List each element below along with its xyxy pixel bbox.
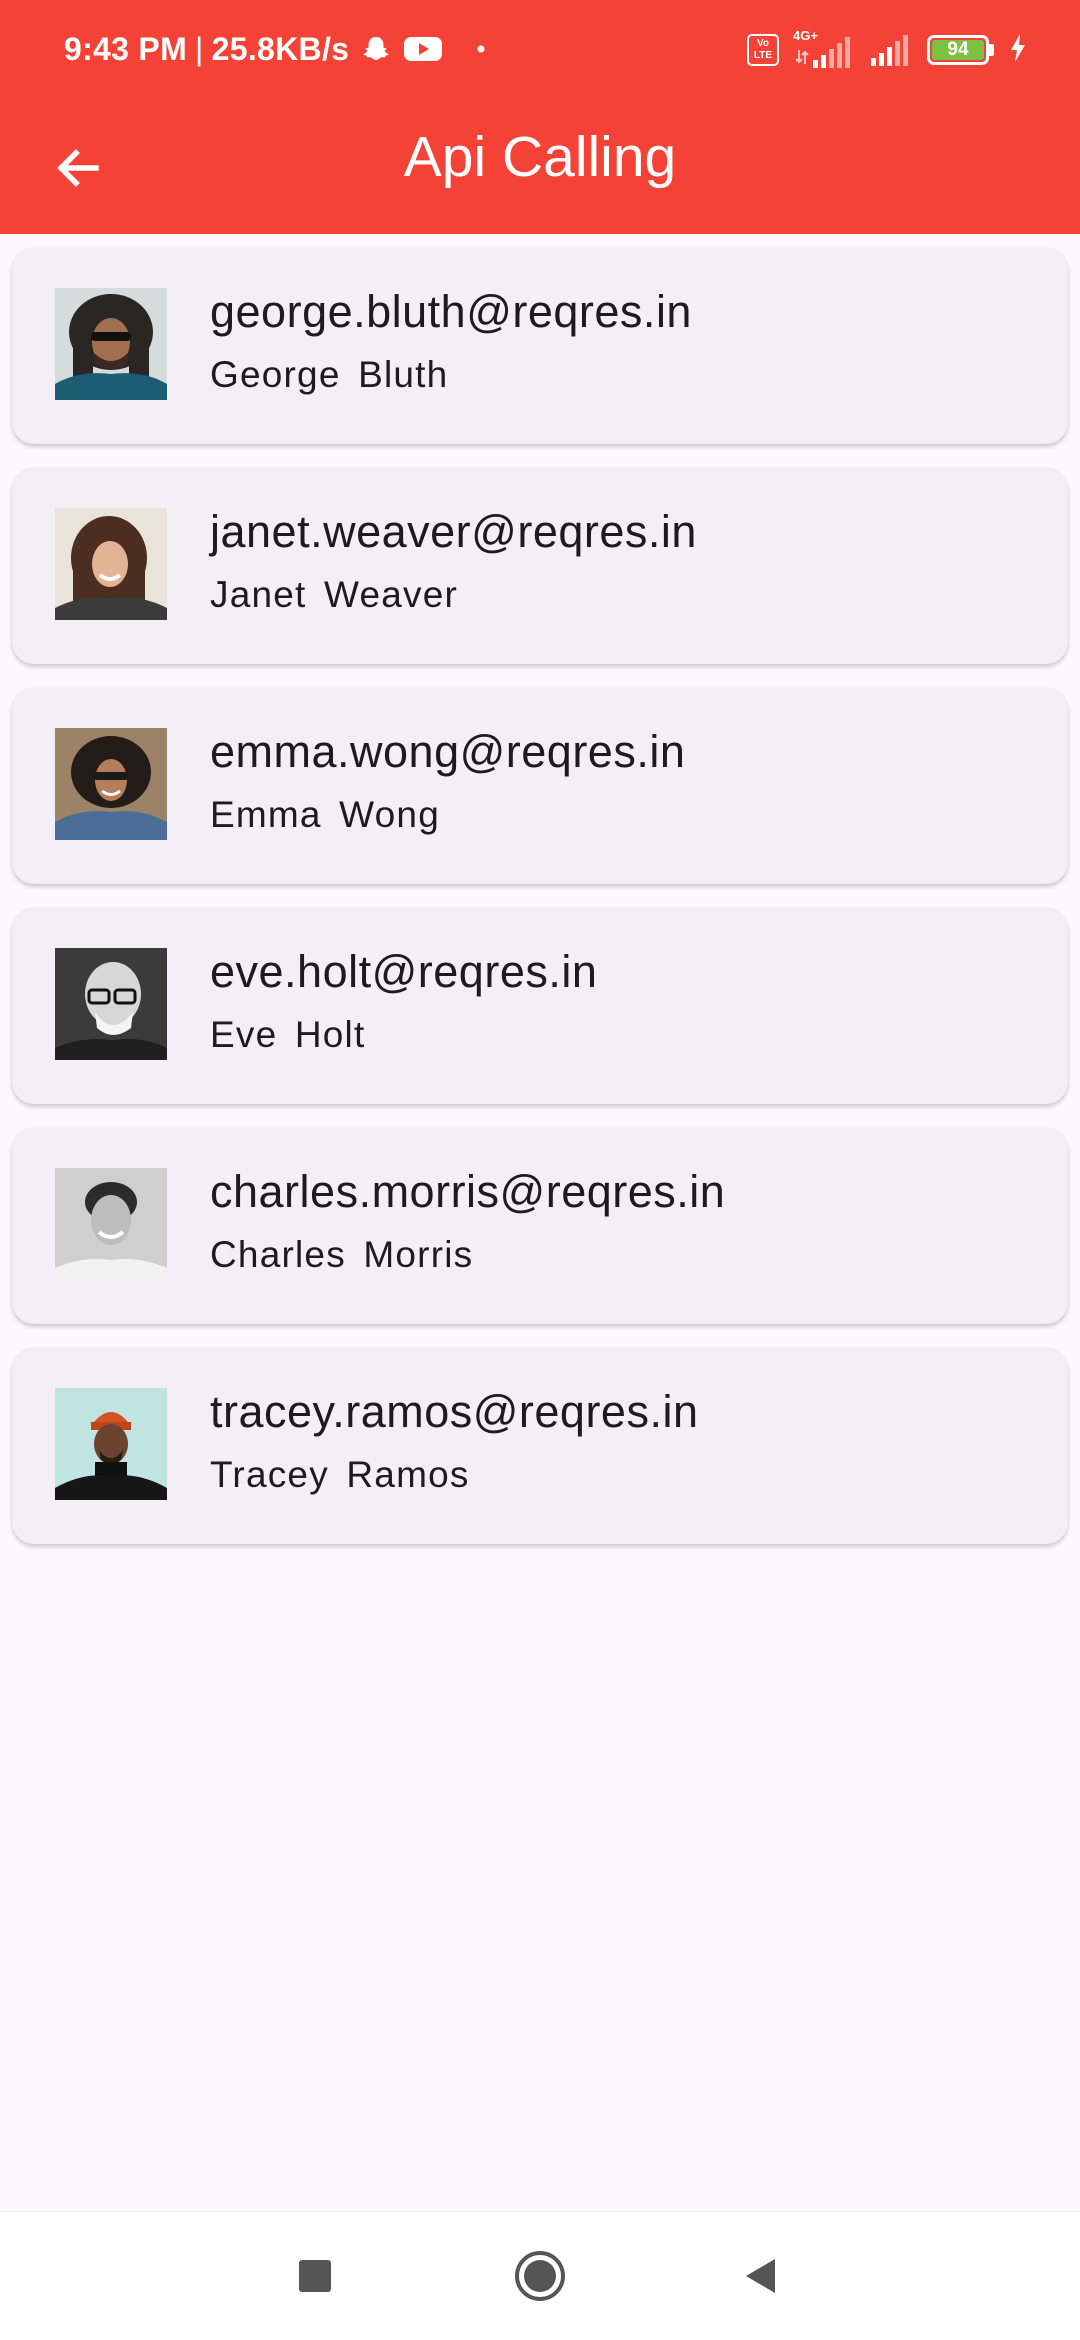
signal-icon	[869, 28, 913, 73]
recents-square-icon	[299, 2260, 331, 2292]
volte-icon: Vo LTE	[747, 34, 779, 66]
user-card[interactable]: emma.wong@reqres.in Emma Wong	[12, 688, 1068, 884]
avatar	[55, 1168, 167, 1280]
user-name: George Bluth	[210, 354, 449, 395]
system-nav-bar	[0, 2211, 1080, 2340]
recents-button[interactable]	[285, 2246, 345, 2306]
network-speed: 25.8KB/s	[211, 30, 350, 67]
volte-label-top: Vo	[756, 38, 770, 49]
avatar	[55, 728, 167, 840]
page-title: Api Calling	[403, 125, 677, 189]
status-right: Vo LTE 4G+ 94	[747, 28, 1028, 72]
user-name: Janet Weaver	[210, 574, 459, 615]
user-email: charles.morris@reqres.in	[210, 1166, 726, 1217]
user-email: janet.weaver@reqres.in	[210, 506, 697, 557]
user-name: Charles Morris	[210, 1234, 474, 1275]
avatar	[55, 288, 167, 400]
user-email: george.bluth@reqres.in	[210, 286, 692, 337]
user-card[interactable]: tracey.ramos@reqres.in Tracey Ramos	[12, 1348, 1068, 1544]
status-left: 9:43 PM | 25.8KB/s	[64, 26, 485, 72]
signal-4g-icon: 4G+	[793, 28, 855, 70]
user-email: eve.holt@reqres.in	[210, 946, 598, 997]
status-separator: |	[195, 30, 204, 67]
status-bar: 9:43 PM | 25.8KB/s Vo LTE 4G+ 94	[0, 0, 1080, 96]
user-card[interactable]: george.bluth@reqres.in George Bluth	[12, 248, 1068, 444]
battery-icon: 94	[927, 35, 994, 65]
avatar	[55, 1388, 167, 1500]
snapchat-icon	[361, 34, 391, 64]
user-name: Eve Holt	[210, 1014, 366, 1055]
avatar	[55, 508, 167, 620]
user-card[interactable]: charles.morris@reqres.in Charles Morris	[12, 1128, 1068, 1324]
user-card[interactable]: eve.holt@reqres.in Eve Holt	[12, 908, 1068, 1104]
user-email: emma.wong@reqres.in	[210, 726, 686, 777]
home-circle-icon	[515, 2251, 565, 2301]
charging-icon	[1008, 33, 1028, 68]
battery-level: 94	[932, 40, 984, 60]
back-nav-button[interactable]	[731, 2246, 791, 2306]
user-email: tracey.ramos@reqres.in	[210, 1386, 699, 1437]
back-triangle-icon	[746, 2259, 775, 2293]
user-card[interactable]: janet.weaver@reqres.in Janet Weaver	[12, 468, 1068, 664]
youtube-icon	[403, 34, 443, 64]
status-time: 9:43 PM	[64, 30, 188, 67]
user-name: Tracey Ramos	[210, 1454, 470, 1495]
avatar	[55, 948, 167, 1060]
home-button[interactable]	[510, 2246, 570, 2306]
user-name: Emma Wong	[210, 794, 440, 835]
header: 9:43 PM | 25.8KB/s Vo LTE 4G+ 94 Api Cal…	[0, 0, 1080, 234]
dot-icon	[477, 45, 485, 53]
volte-label-bottom: LTE	[753, 50, 773, 61]
app-bar: Api Calling	[0, 96, 1080, 234]
